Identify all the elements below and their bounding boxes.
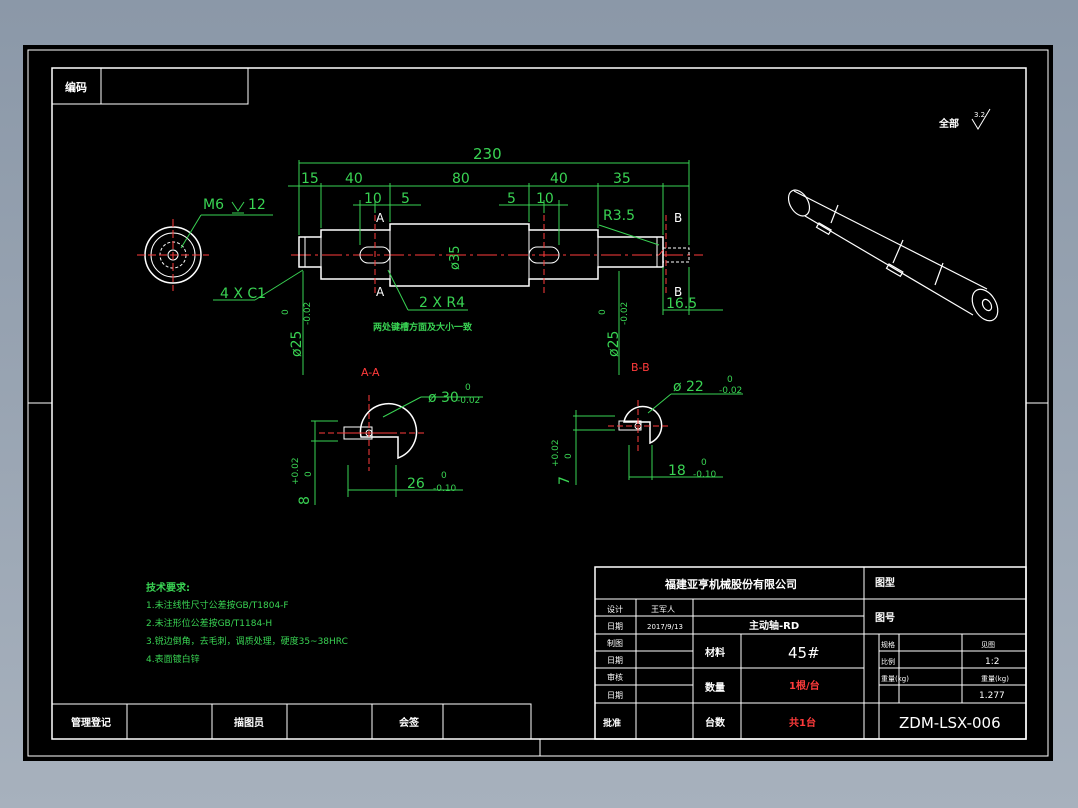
sec-a-top: A <box>376 211 385 225</box>
main-shaft-view <box>291 215 703 295</box>
dim-key-5a: 5 <box>401 191 410 207</box>
code-label: 编码 <box>65 80 87 94</box>
units-label: 台数 <box>705 716 726 729</box>
dim-15: 15 <box>301 171 319 187</box>
outer-frame <box>27 49 1049 757</box>
bb-width-low: -0.10 <box>693 470 717 480</box>
dim-thread: M6 <box>203 197 224 213</box>
row-label-2: 制图 <box>607 638 623 648</box>
section-bb-title: B-B <box>631 361 650 374</box>
keyway-note: 两处键槽方面及大小一致 <box>373 321 473 333</box>
dim-dia-25-left: ø25 <box>289 331 305 357</box>
section-bb-view <box>573 393 743 485</box>
tol-left-neg: -0.02 <box>303 302 313 325</box>
roughness-value: 3.2 <box>974 111 985 119</box>
size-label: 规格 <box>881 640 895 649</box>
material-label: 材料 <box>705 646 725 659</box>
end-view <box>137 214 273 291</box>
tech-item-1: 1.未注线性尺寸公差按GB/T1804-F <box>146 599 289 611</box>
strip-label-2: 描图员 <box>234 716 264 729</box>
company-name: 福建亚亨机械股份有限公司 <box>664 577 797 591</box>
tech-heading: 技术要求: <box>146 581 190 594</box>
depth-symbol-icon <box>231 201 245 214</box>
size-value: 见图 <box>981 641 995 649</box>
bb-width-up: 0 <box>701 458 707 468</box>
part-name: 主动轴-RD <box>749 619 799 632</box>
row-label-6: 批准 <box>603 717 621 729</box>
dim-key-5b: 5 <box>507 191 516 207</box>
dim-chamfer: 4 X C1 <box>220 286 266 302</box>
drawing-label: 图型 <box>875 576 895 589</box>
tol-right-neg: -0.02 <box>620 302 630 325</box>
part-number: ZDM-LSX-006 <box>899 714 1001 732</box>
bb-dia-up: 0 <box>727 375 733 385</box>
dim-40b: 40 <box>550 171 568 187</box>
code-box: 编码 <box>51 67 249 105</box>
dim-35: 35 <box>613 171 631 187</box>
weight-value: 1.277 <box>979 691 1005 701</box>
units-value: 共1台 <box>789 716 816 729</box>
tol-right-zero: 0 <box>598 309 608 315</box>
dim-fillet: 2 X R4 <box>419 295 465 311</box>
isometric-view <box>787 189 999 322</box>
dim-thread-depth: 12 <box>248 197 266 213</box>
aa-dia-low: -0.02 <box>457 396 480 406</box>
weight-caption: 重量(kg) <box>981 675 1009 683</box>
aa-key-up: +0.02 <box>291 457 301 485</box>
aa-width: 26 <box>407 476 425 492</box>
dim-40a: 40 <box>345 171 363 187</box>
dim-overall: 230 <box>473 145 502 163</box>
tech-item-4: 4.表面镀白锌 <box>146 653 200 665</box>
bb-key-low: 0 <box>564 453 574 459</box>
sec-b-top: B <box>674 211 682 225</box>
sec-a-bottom: A <box>376 285 385 299</box>
figure-no-label: 图号 <box>875 612 895 624</box>
tech-item-2: 2.未注形位公差按GB/T1184-H <box>146 617 272 629</box>
ratio-value: 1:2 <box>985 657 999 667</box>
bb-key-up: +0.02 <box>551 439 561 467</box>
aa-key: 8 <box>297 496 313 505</box>
ratio-label: 比例 <box>881 657 895 666</box>
tech-item-3: 3.锐边倒角，去毛刺，调质处理，硬度35~38HRC <box>146 635 348 647</box>
left-signature-strip <box>51 703 532 740</box>
roughness-note: 全部 3.2 <box>938 108 991 130</box>
row-label-0: 设计 <box>607 604 623 614</box>
dim-r35: R3.5 <box>603 208 635 224</box>
tol-left-zero: 0 <box>281 309 291 315</box>
technical-requirements: 技术要求: 1.未注线性尺寸公差按GB/T1804-F 2.未注形位公差按GB/… <box>146 581 348 665</box>
dim-key-10a: 10 <box>364 191 382 207</box>
strip-label-1: 管理登记 <box>71 716 111 729</box>
weight-label: 重量(kg) <box>881 675 909 683</box>
bb-dia: ø 22 <box>673 379 704 395</box>
dim-dia-25-right: ø25 <box>606 331 622 357</box>
aa-width-low: -0.10 <box>433 484 457 494</box>
row-label-4: 审核 <box>607 672 623 682</box>
aa-key-low: 0 <box>304 471 314 477</box>
section-aa-title: A-A <box>361 366 380 379</box>
roughness-label: 全部 <box>938 117 959 130</box>
dim-dia-35: ø35 <box>448 246 463 271</box>
dim-key-10b: 10 <box>536 191 554 207</box>
qty-value: 1根/台 <box>789 679 820 692</box>
designer-name: 王军人 <box>651 605 675 614</box>
aa-dia-up: 0 <box>465 383 471 393</box>
row-label-5: 日期 <box>607 691 623 700</box>
dim-80: 80 <box>452 171 470 187</box>
material-value: 45# <box>788 644 820 662</box>
sec-b-bottom: B <box>674 285 682 299</box>
row-label-1: 日期 <box>607 622 623 631</box>
qty-label: 数量 <box>705 681 725 694</box>
aa-dia: ø 30 <box>428 390 459 406</box>
drawing-sheet: 编码 全部 3.2 230 15 40 80 40 35 10 5 5 10 R… <box>23 45 1053 761</box>
strip-label-3: 会签 <box>399 716 420 729</box>
design-date: 2017/9/13 <box>647 623 683 631</box>
bb-key: 7 <box>557 476 573 485</box>
row-label-3: 日期 <box>607 656 623 665</box>
section-aa-view <box>311 395 483 505</box>
drawing-canvas: 编码 全部 3.2 230 15 40 80 40 35 10 5 5 10 R… <box>27 49 1049 757</box>
bb-dia-low: -0.02 <box>719 386 742 396</box>
aa-width-up: 0 <box>441 471 447 481</box>
bb-width: 18 <box>668 463 686 479</box>
